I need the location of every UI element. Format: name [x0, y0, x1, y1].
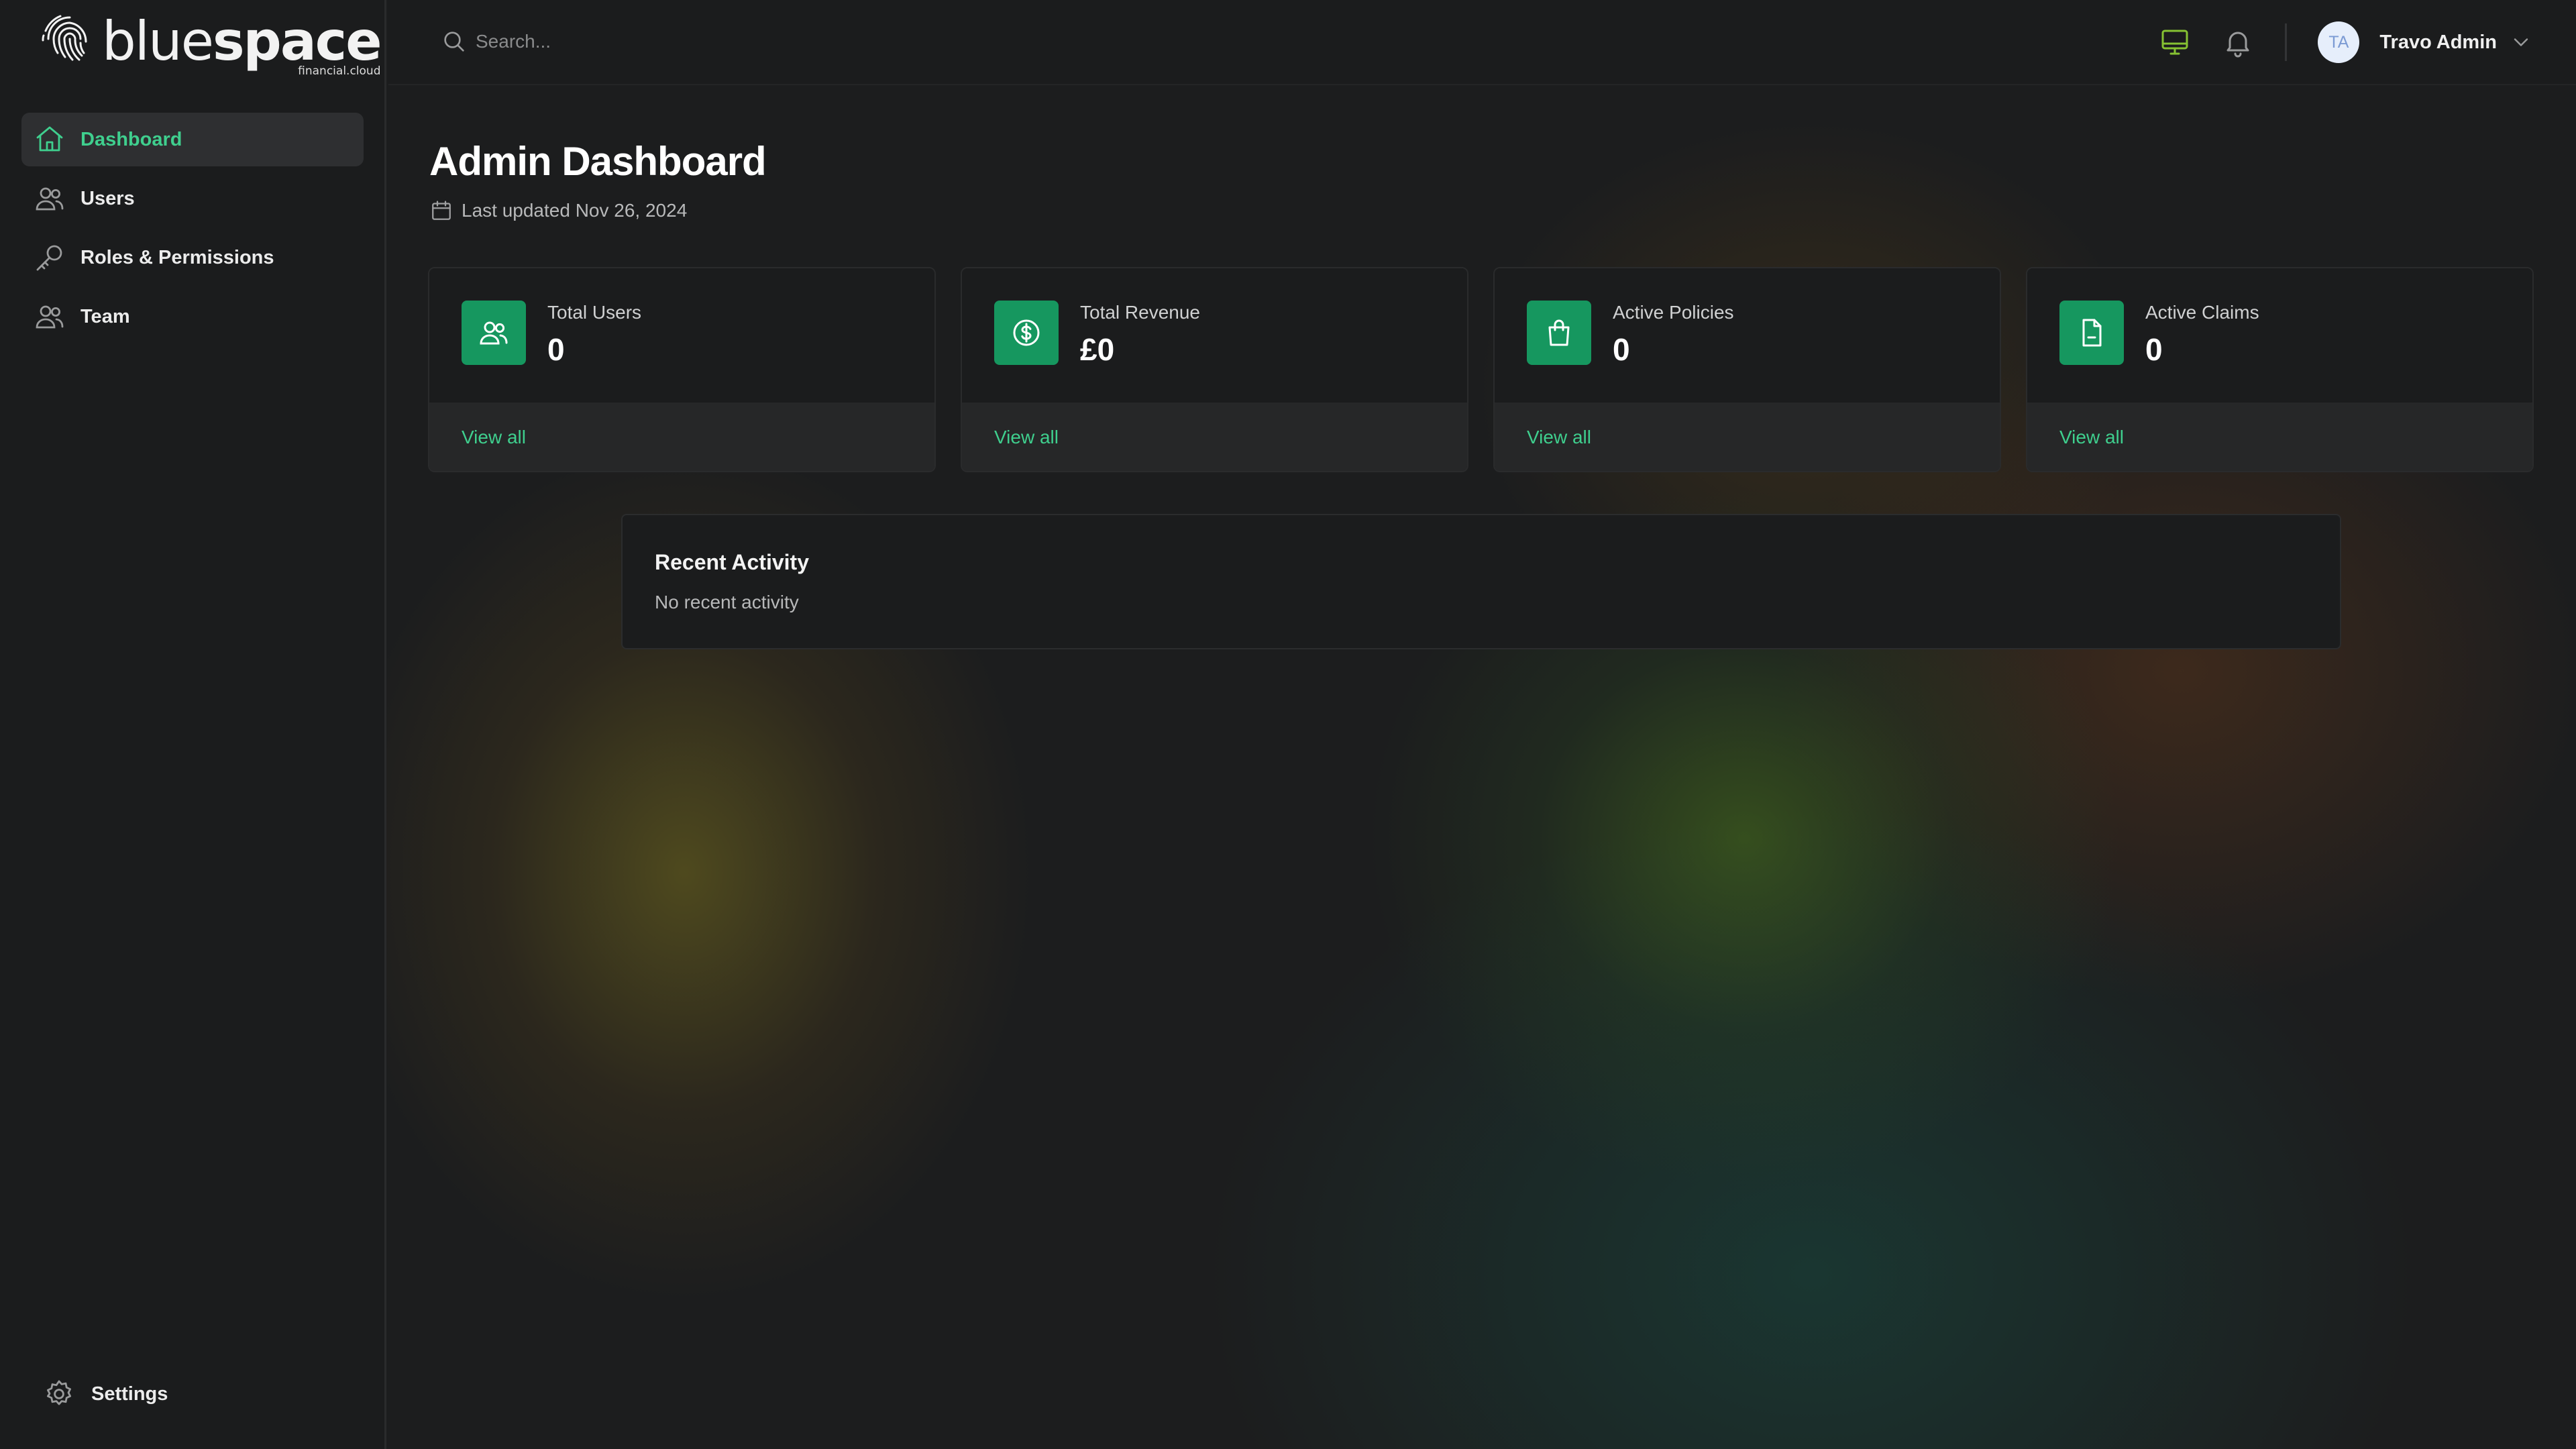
card-icon-badge — [462, 301, 526, 365]
brand-word-light: blue — [102, 10, 214, 72]
brand-logo[interactable]: bluespace financial.cloud — [39, 9, 382, 78]
shopping-bag-icon — [1548, 319, 1570, 346]
card-label: Active Policies — [1613, 302, 1734, 323]
brand-subtitle: financial.cloud — [298, 64, 381, 78]
topbar-divider — [2285, 23, 2288, 61]
card-icon-badge — [1527, 301, 1591, 365]
gear-icon — [47, 1380, 71, 1405]
sidebar-item-team[interactable]: Team — [21, 290, 364, 343]
user-menu-name[interactable]: Travo Admin — [2379, 32, 2497, 54]
last-updated-text: Last updated Nov 26, 2024 — [462, 200, 688, 221]
sidebar-item-settings[interactable]: Settings — [43, 1378, 168, 1410]
recent-activity-panel: Recent Activity No recent activity — [621, 514, 2341, 649]
card-icon-badge — [994, 301, 1059, 365]
brand-word-bold: space — [212, 10, 382, 72]
search-icon — [444, 32, 464, 52]
sidebar-item-label: Roles & Permissions — [80, 246, 274, 268]
view-all-users-link[interactable]: View all — [462, 427, 526, 448]
sidebar-item-label: Users — [80, 187, 135, 209]
stat-card-active-claims: Active Claims 0 View all — [2026, 267, 2534, 472]
document-icon — [2082, 319, 2102, 347]
topbar: TA Travo Admin — [388, 0, 2576, 85]
card-icon-badge — [2059, 301, 2124, 365]
recent-activity-title: Recent Activity — [655, 550, 809, 574]
stat-card-total-revenue: Total Revenue £0 View all — [961, 267, 1468, 472]
avatar-initials: TA — [2328, 32, 2349, 52]
users-icon — [480, 321, 508, 345]
dollar-icon — [1013, 319, 1040, 346]
card-label: Active Claims — [2145, 302, 2259, 323]
search-box — [441, 28, 945, 55]
sidebar: bluespace financial.cloud Dashboard User… — [0, 0, 386, 1449]
stat-card-active-policies: Active Policies 0 View all — [1493, 267, 2001, 472]
home-icon — [36, 126, 63, 152]
last-updated: Last updated Nov 26, 2024 — [429, 199, 687, 223]
bell-icon[interactable] — [2222, 26, 2254, 58]
card-value: 0 — [547, 332, 565, 367]
avatar[interactable]: TA — [2318, 21, 2360, 63]
card-label: Total Users — [547, 302, 642, 323]
settings-label: Settings — [91, 1383, 168, 1405]
sidebar-item-roles-permissions[interactable]: Roles & Permissions — [21, 231, 364, 284]
fingerprint-logo-icon — [42, 15, 87, 61]
team-icon — [36, 305, 64, 329]
brand-wordmark: bluespace financial.cloud — [102, 15, 382, 78]
users-icon — [36, 187, 64, 211]
calendar-icon — [432, 201, 451, 220]
sidebar-item-users[interactable]: Users — [21, 172, 364, 225]
view-all-revenue-link[interactable]: View all — [994, 427, 1059, 448]
sidebar-nav: Dashboard Users Roles & Permissions Team — [21, 113, 364, 349]
card-value: 0 — [1613, 332, 1630, 367]
app-root: bluespace financial.cloud Dashboard User… — [0, 0, 2576, 1449]
stats-cards: Total Users 0 View all Total Revenue £0 … — [428, 267, 2534, 472]
card-value: £0 — [1080, 332, 1115, 367]
sidebar-item-label: Team — [80, 305, 130, 327]
sidebar-item-dashboard[interactable]: Dashboard — [21, 113, 364, 166]
monitor-icon[interactable] — [2159, 26, 2191, 58]
view-all-claims-link[interactable]: View all — [2059, 427, 2124, 448]
sidebar-item-label: Dashboard — [80, 128, 182, 150]
page-title: Admin Dashboard — [429, 139, 767, 184]
key-icon — [36, 245, 62, 271]
card-value: 0 — [2145, 332, 2163, 367]
chevron-down-icon[interactable] — [2509, 30, 2533, 54]
recent-activity-empty: No recent activity — [655, 592, 799, 612]
card-label: Total Revenue — [1080, 302, 1201, 323]
search-input[interactable] — [476, 31, 945, 52]
topbar-actions: TA Travo Admin — [2128, 20, 2533, 64]
view-all-policies-link[interactable]: View all — [1527, 427, 1591, 448]
stat-card-total-users: Total Users 0 View all — [428, 267, 936, 472]
